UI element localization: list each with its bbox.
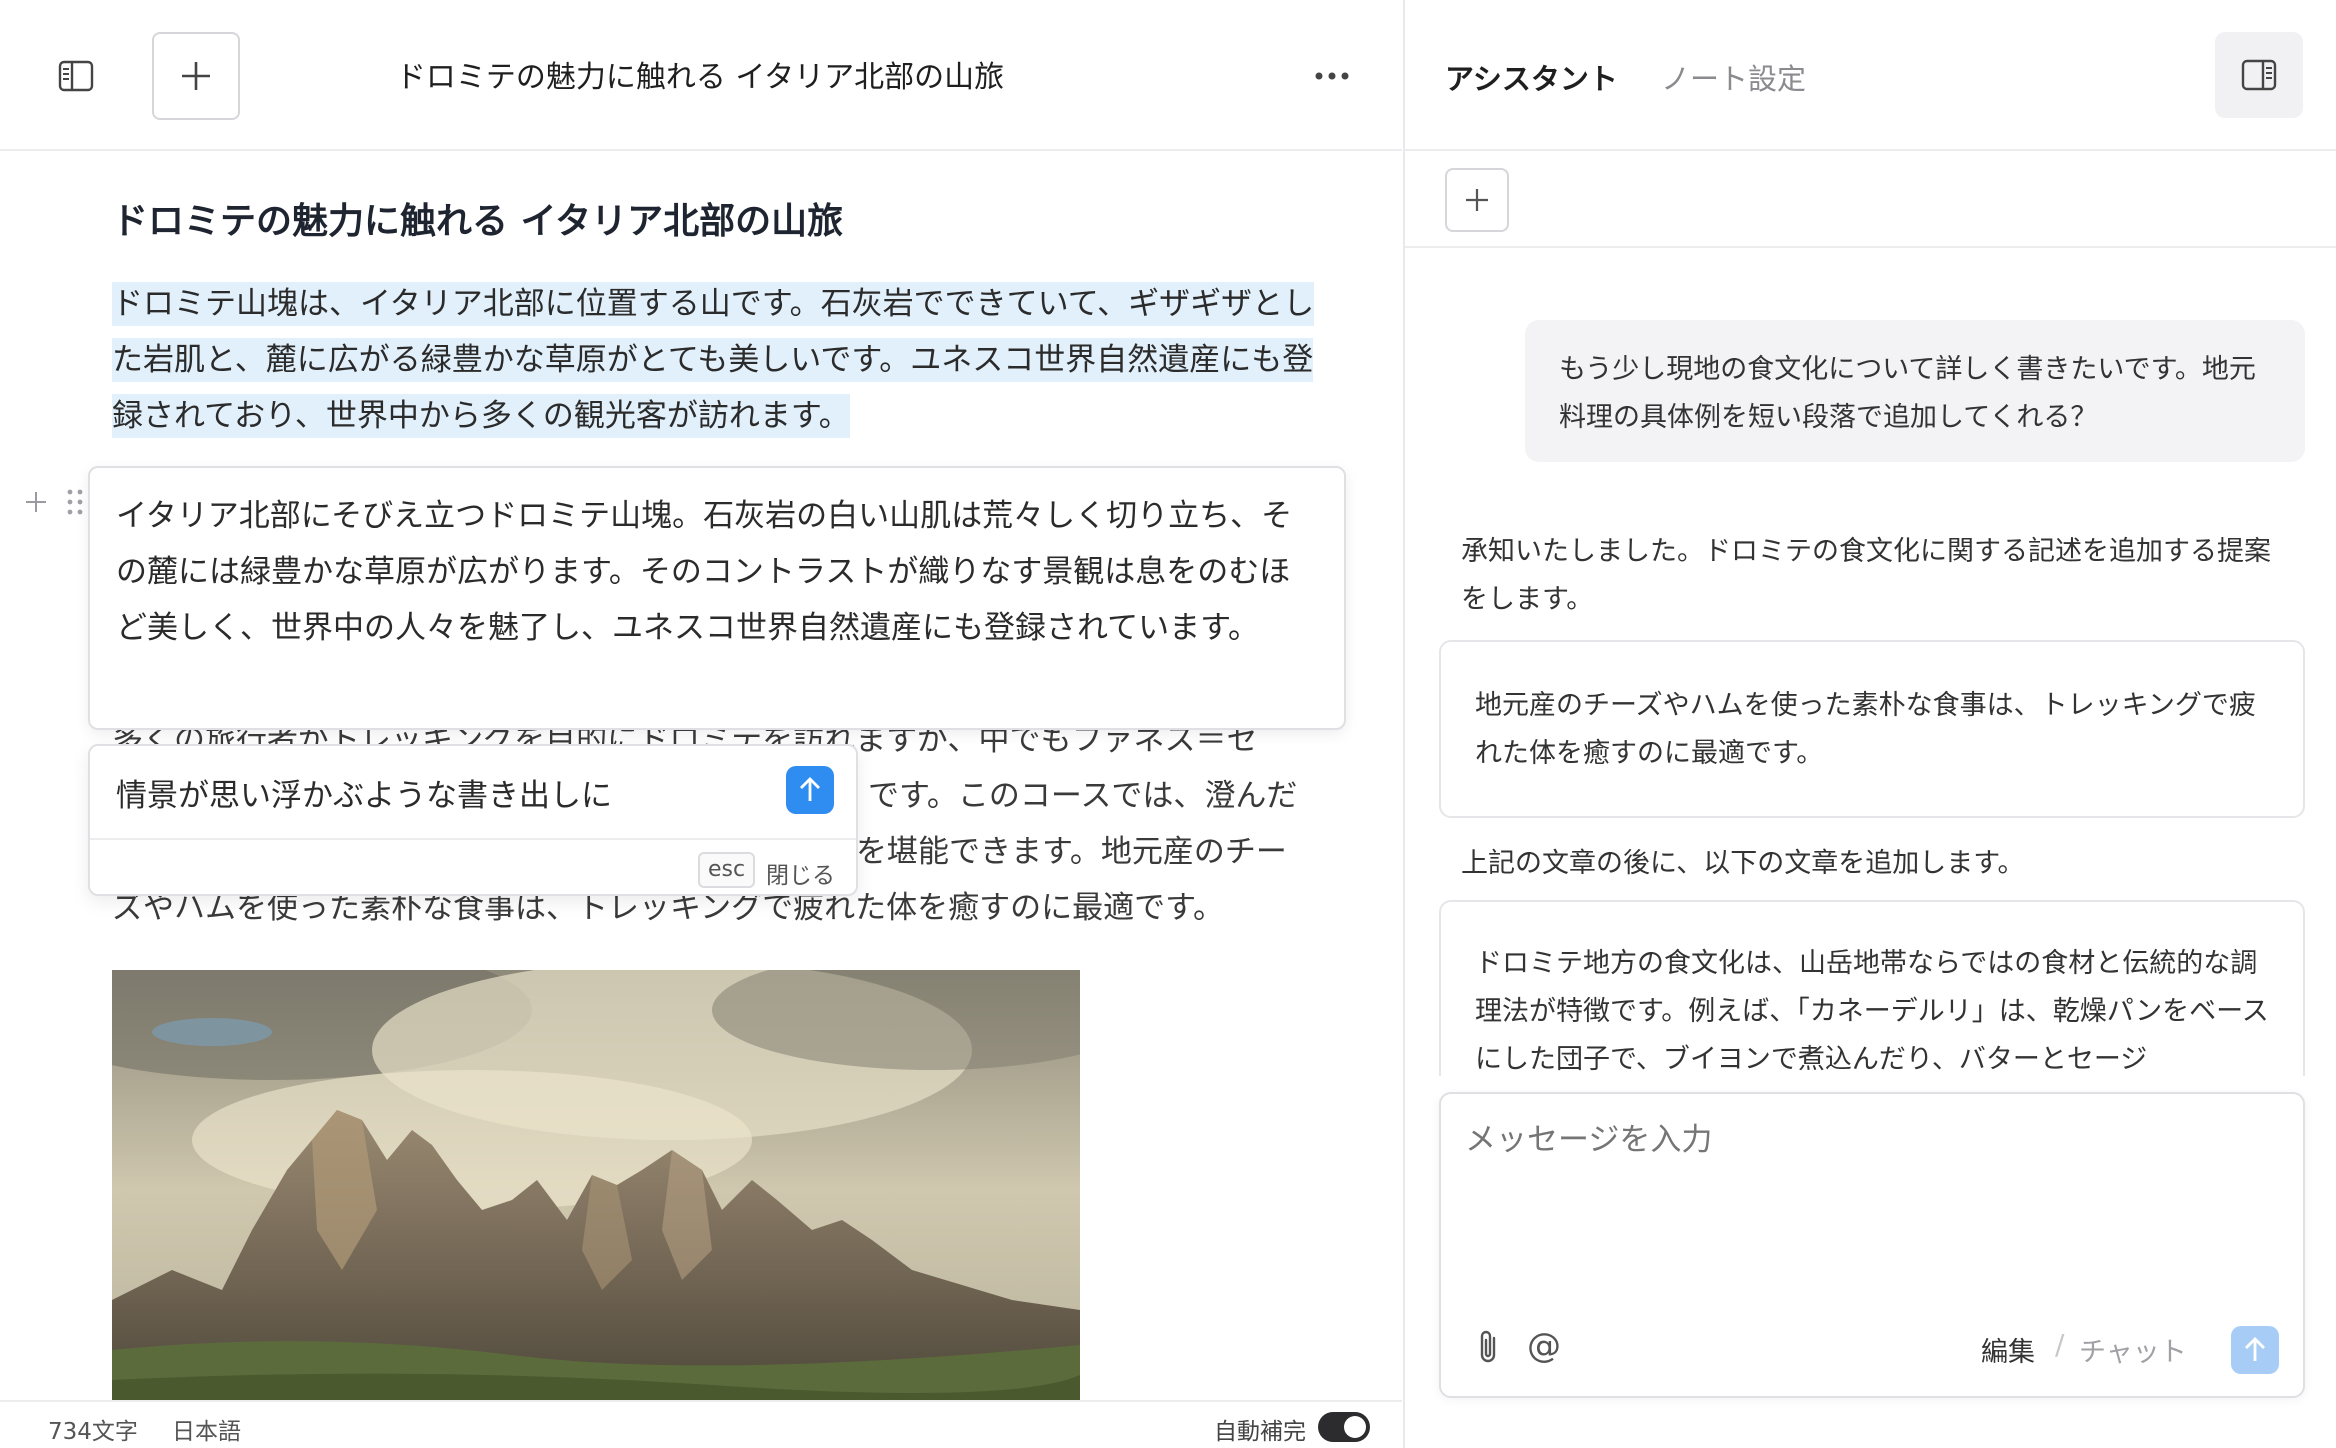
autocomplete-toggle[interactable] bbox=[1318, 1412, 1370, 1442]
quoted-text-card[interactable]: 地元産のチーズやハムを使った素朴な食事は、トレッキングで疲れた体を癒すのに最適で… bbox=[1439, 640, 2305, 818]
plus-icon bbox=[182, 62, 210, 90]
arrow-up-icon bbox=[800, 777, 820, 801]
arrow-up-icon bbox=[2245, 1337, 2265, 1361]
block-add-icon[interactable] bbox=[22, 488, 50, 516]
user-message: もう少し現地の食文化について詳しく書きたいです。地元料理の具体例を短い段落で追加… bbox=[1525, 320, 2305, 462]
paragraph-selected[interactable]: ドロミテ山塊は、イタリア北部に位置する山です。石灰岩でできていて、ギザギザとした… bbox=[112, 276, 1328, 444]
prompt-input[interactable]: 情景が思い浮かぶような書き出しに bbox=[116, 770, 612, 815]
esc-key-hint: esc bbox=[698, 852, 756, 888]
attach-icon[interactable] bbox=[1469, 1328, 1509, 1368]
document-title: ドロミテの魅力に触れる イタリア北部の山旅 bbox=[395, 60, 1005, 95]
new-note-button[interactable] bbox=[152, 32, 240, 120]
language-label[interactable]: 日本語 bbox=[172, 1412, 241, 1446]
editor-header: ドロミテの魅力に触れる イタリア北部の山旅 bbox=[0, 0, 1402, 151]
plus-icon bbox=[1466, 189, 1488, 211]
autocomplete-label: 自動補完 bbox=[1214, 1419, 1306, 1445]
panel-icon bbox=[2241, 59, 2277, 91]
chat-thread: もう少し現地の食文化について詳しく書きたいです。地元料理の具体例を短い段落で追加… bbox=[1405, 250, 2336, 1076]
selected-text: ドロミテ山塊は、イタリア北部に位置する山です。石灰岩でできていて、ギザギザとした… bbox=[112, 282, 1315, 438]
editor-pane: ドロミテの魅力に触れる イタリア北部の山旅 ドロミテの魅力に触れる イタリア北部… bbox=[0, 0, 1402, 1448]
message-input[interactable] bbox=[1465, 1122, 2265, 1158]
mode-separator: / bbox=[2055, 1328, 2065, 1361]
assistant-reply-intro: 承知いたしました。ドロミテの食文化に関する記述を追加する提案をします。 bbox=[1461, 536, 2271, 615]
sidebar-toggle-button[interactable] bbox=[44, 44, 108, 108]
ai-suggestion-card[interactable]: イタリア北部にそびえ立つドロミテ山塊。石灰岩の白い山肌は荒々しく切り立ち、その麓… bbox=[88, 466, 1346, 730]
proposed-text-card[interactable]: ドロミテ地方の食文化は、山岳地帯ならではの食材と伝統的な調理法が特徴です。例えば… bbox=[1439, 900, 2305, 1076]
panel-toggle-button[interactable] bbox=[2215, 32, 2303, 118]
more-icon bbox=[1315, 72, 1349, 80]
drag-handle-icon[interactable] bbox=[62, 486, 88, 518]
send-button[interactable] bbox=[2231, 1326, 2279, 1374]
assistant-reply-after: 上記の文章の後に、以下の文章を追加します。 bbox=[1461, 848, 2025, 879]
dolomites-photo bbox=[112, 970, 1080, 1400]
word-count: 734文字 bbox=[48, 1419, 138, 1445]
sidebar-icon bbox=[58, 60, 94, 92]
assistant-pane: アシスタント ノート設定 もう少し現地の食文化について詳しく書きたいです。地元料… bbox=[1403, 0, 2336, 1448]
document-heading: ドロミテの魅力に触れる イタリア北部の山旅 bbox=[112, 201, 844, 242]
status-bar: 734文字 日本語 自動補完 bbox=[0, 1400, 1402, 1448]
assistant-toolbar bbox=[1405, 152, 2336, 248]
new-chat-button[interactable] bbox=[1445, 168, 1509, 232]
editor-content[interactable]: ドロミテの魅力に触れる イタリア北部の山旅 ドロミテ山塊は、イタリア北部に位置す… bbox=[0, 152, 1402, 1400]
message-composer: @ 編集 / チャット bbox=[1439, 1092, 2305, 1398]
close-label[interactable]: 閉じる bbox=[766, 856, 835, 890]
inline-ai-prompt: 情景が思い浮かぶような書き出しに esc 閉じる bbox=[88, 744, 858, 896]
mode-chat-button[interactable]: チャット bbox=[2079, 1330, 2187, 1369]
tab-note-settings[interactable]: ノート設定 bbox=[1661, 56, 1806, 98]
mode-edit-button[interactable]: 編集 bbox=[1981, 1330, 2035, 1369]
prompt-send-button[interactable] bbox=[786, 766, 834, 814]
more-options-button[interactable] bbox=[1300, 44, 1364, 108]
mention-icon[interactable]: @ bbox=[1527, 1326, 1561, 1366]
prompt-divider bbox=[90, 838, 856, 840]
assistant-header: アシスタント ノート設定 bbox=[1405, 0, 2336, 151]
tab-assistant[interactable]: アシスタント bbox=[1445, 56, 1618, 98]
